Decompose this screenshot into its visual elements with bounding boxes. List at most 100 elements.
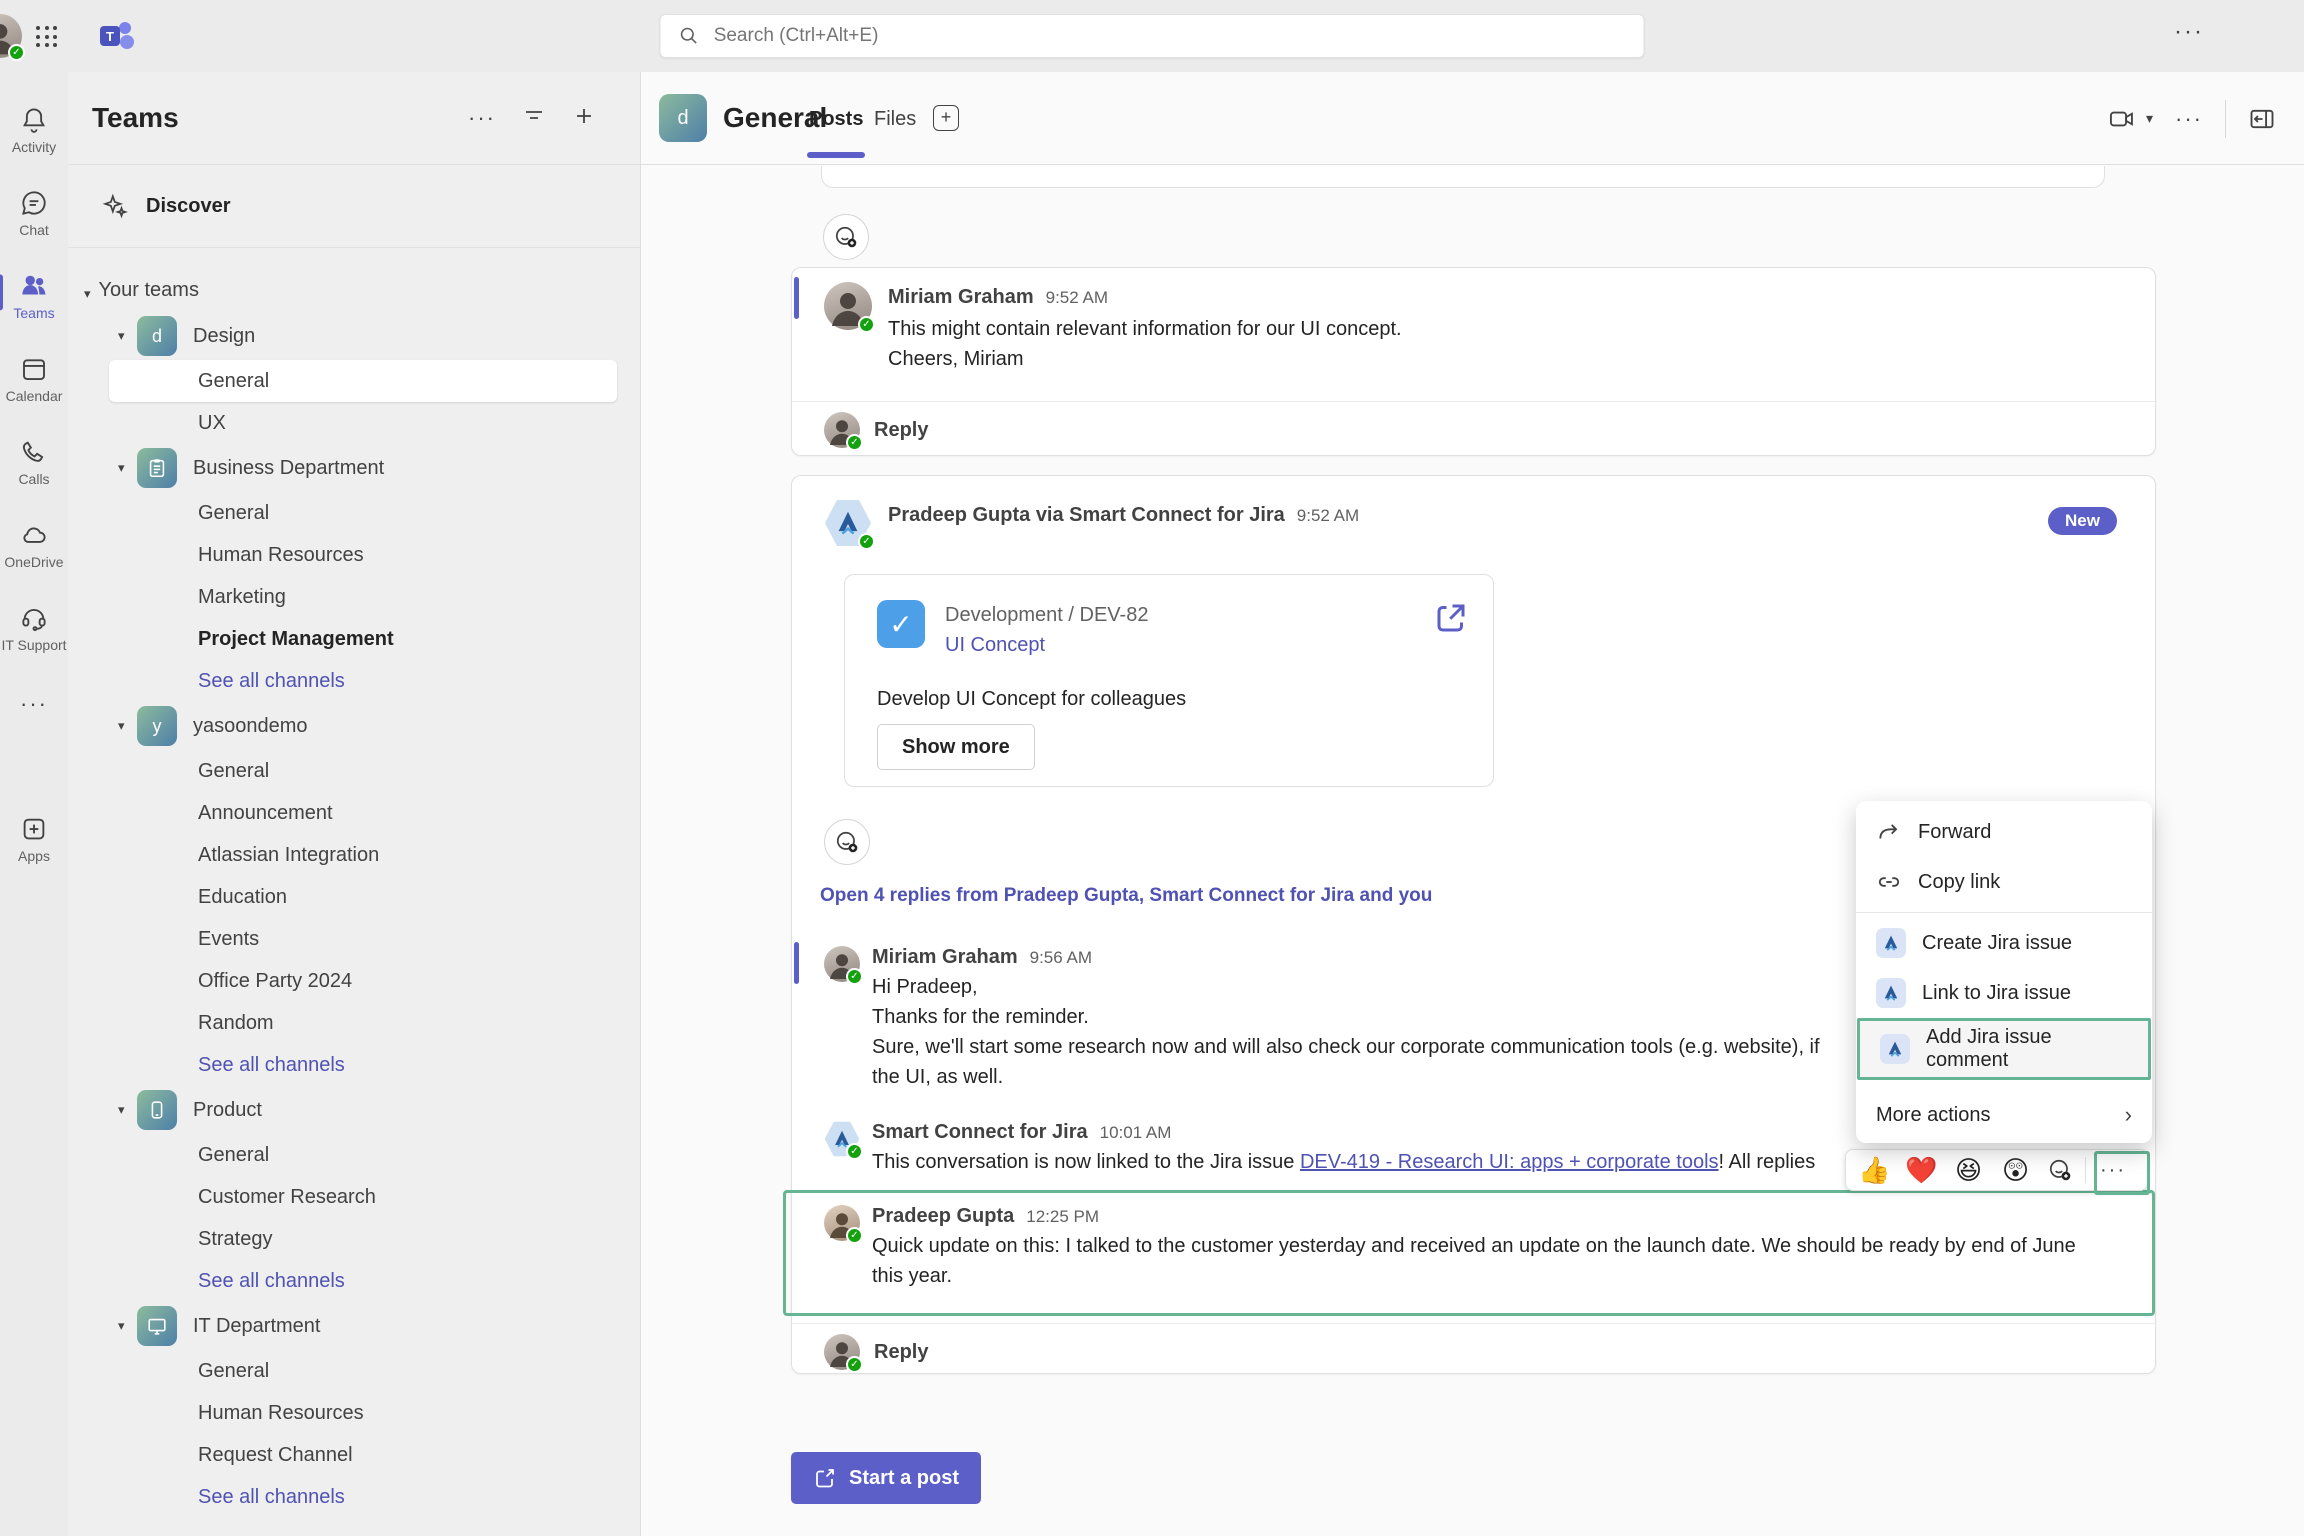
search-bar[interactable] [660,14,1645,58]
sidebar-channel[interactable]: Customer Research [109,1176,617,1218]
sparkle-icon [102,193,128,219]
sidebar-channel[interactable]: UX [109,402,617,444]
menu-item-copy-link[interactable]: Copy link [1856,857,2152,907]
reaction-laugh[interactable]: 😆 [1946,1157,1991,1183]
sidebar-channel[interactable]: Education [109,876,617,918]
presence-available-icon [846,968,863,985]
rail-item-activity[interactable]: Activity [0,88,68,171]
avatar-miriam [824,412,860,448]
sidebar-channel[interactable]: Strategy [109,1218,617,1260]
sidebar-channel[interactable]: Human Resources [109,1392,617,1434]
presence-available-icon [8,44,25,61]
message-text: ! All replies [1719,1151,1816,1173]
see-all-channels-link[interactable]: See all channels [109,1044,617,1086]
reaction-heart[interactable]: ❤️ [1899,1157,1944,1183]
message-text: This conversation is now linked to the J… [872,1151,1300,1173]
sidebar-channel[interactable]: General [109,492,617,534]
sidebar-channel[interactable]: General [109,1350,617,1392]
topbar-more-button[interactable]: ··· [2174,18,2204,46]
sidebar-channel[interactable]: Human Resources [109,534,617,576]
open-external-icon[interactable] [1433,600,1469,636]
message-author: Miriam Graham [888,286,1034,309]
reply-button[interactable]: Reply [824,1334,928,1370]
see-all-channels-link[interactable]: See all channels [109,1260,617,1302]
chevron-down-icon: ▾ [118,718,137,734]
sidebar-team-yasoondemo[interactable]: ▾ y yasoondemo [68,702,640,750]
sidebar-channel[interactable]: Atlassian Integration [109,834,617,876]
menu-item-forward[interactable]: Forward [1856,807,2152,857]
sidebar-channel[interactable]: Request Channel [109,1434,617,1476]
rail-item-onedrive[interactable]: OneDrive [0,503,68,586]
add-reaction-button[interactable] [824,819,870,865]
channel-more-button[interactable]: ··· [2175,106,2203,132]
jira-issue-link[interactable]: UI Concept [945,634,1045,657]
divider [792,1323,2155,1324]
see-all-channels-link[interactable]: See all channels [109,660,617,702]
message-time: 10:01 AM [1100,1123,1172,1143]
new-badge: New [2048,507,2117,535]
rail-item-calendar[interactable]: Calendar [0,337,68,420]
rail-item-chat[interactable]: Chat [0,171,68,254]
sidebar-team-design[interactable]: ▾ d Design [68,312,640,360]
sidebar-channel[interactable]: General [109,750,617,792]
search-input[interactable] [714,25,1626,47]
teams-app: T ··· Activity Chat Teams Calendar [0,0,2304,1536]
previous-message-card-partial [821,166,2105,188]
message-author: Pradeep Gupta [872,1205,1014,1228]
sidebar-channel-selected[interactable]: General [109,360,617,402]
open-replies-link[interactable]: Open 4 replies from Pradeep Gupta, Smart… [820,885,1432,907]
meet-chevron-icon[interactable]: ▾ [2146,110,2153,127]
add-reaction-button[interactable] [823,214,869,260]
see-all-channels-link[interactable]: See all channels [109,1476,617,1518]
jira-issue-inline-link[interactable]: DEV-419 - Research UI: apps + corporate … [1300,1151,1719,1173]
jira-issue-description: Develop UI Concept for colleagues [877,688,1186,711]
sidebar-item-discover[interactable]: Discover [68,165,640,248]
tab-files[interactable]: Files [874,108,916,131]
rail-item-apps[interactable]: Apps [0,797,68,880]
rail-item-teams[interactable]: Teams [0,254,68,337]
menu-item-create-jira-issue[interactable]: Create Jira issue [1856,918,2152,968]
message-text: This conversation is now linked to the J… [872,1151,1815,1174]
app-launcher-icon[interactable] [36,26,58,48]
avatar-miriam [824,282,872,330]
reply-button[interactable]: Reply [824,412,928,448]
menu-item-add-jira-issue-comment[interactable]: Add Jira issue comment [1857,1018,2151,1080]
rail-item-calls[interactable]: Calls [0,420,68,503]
rail-more-button[interactable]: ··· [0,669,68,739]
channel-label: General [198,370,269,393]
add-tab-button[interactable]: + [933,105,959,131]
sidebar-channel[interactable]: Random [109,1002,617,1044]
menu-item-link-to-jira-issue[interactable]: Link to Jira issue [1856,968,2152,1018]
your-teams-toggle[interactable]: ▾ Your teams [68,248,640,312]
add-reaction-icon[interactable] [2040,1157,2080,1183]
menu-item-more-actions[interactable]: More actions › [1856,1090,2152,1140]
sidebar-channel[interactable]: Announcement [109,792,617,834]
chevron-down-icon: ▾ [118,328,137,344]
reaction-bar: 👍 ❤️ 😆 😲 ··· [1845,1149,2148,1191]
channel-label: Strategy [198,1228,272,1251]
join-create-team-icon[interactable] [572,104,596,133]
reaction-thumbs-up[interactable]: 👍 [1852,1157,1897,1183]
sidebar-team-product[interactable]: ▾ Product [68,1086,640,1134]
rail-item-it-support[interactable]: IT Support [0,586,68,669]
reaction-surprised[interactable]: 😲 [1993,1157,2038,1183]
filter-icon[interactable] [522,104,546,133]
tab-posts[interactable]: Posts [809,108,863,131]
message-more-options-button[interactable]: ··· [2091,1159,2135,1182]
sidebar-channel[interactable]: Events [109,918,617,960]
sidebar-team-it-department[interactable]: ▾ IT Department [68,1302,640,1350]
sidebar-team-business-department[interactable]: ▾ Business Department [68,444,640,492]
avatar-miriam [824,946,860,982]
show-more-button[interactable]: Show more [877,724,1035,770]
sidebar-channel[interactable]: General [109,1134,617,1176]
open-side-panel-icon[interactable] [2248,105,2276,133]
sidebar-channel[interactable]: Office Party 2024 [109,960,617,1002]
sidebar-more-icon[interactable]: ··· [468,105,496,131]
team-avatar [137,1306,177,1346]
channel-label: Education [198,886,287,909]
profile-avatar[interactable] [0,14,22,58]
start-a-post-button[interactable]: Start a post [791,1452,981,1504]
meet-camera-icon[interactable] [2108,105,2136,133]
sidebar-channel-unread[interactable]: Project Management [109,618,617,660]
sidebar-channel[interactable]: Marketing [109,576,617,618]
